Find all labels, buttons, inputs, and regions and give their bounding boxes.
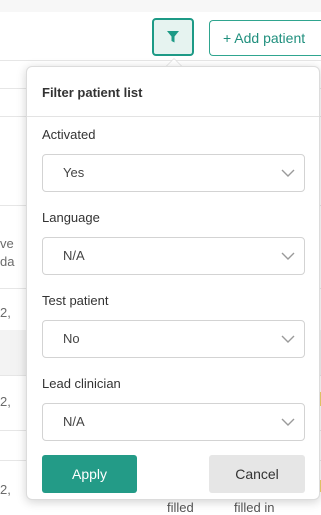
cancel-button[interactable]: Cancel — [209, 455, 305, 493]
test-patient-select[interactable]: No — [42, 320, 305, 358]
chevron-down-icon — [281, 252, 295, 260]
patient-list-page: ve da 2, 2, 2, filled filled in + Add pa… — [0, 0, 321, 515]
table-cell-fragment: 2, — [0, 394, 11, 409]
test-patient-label: Test patient — [42, 293, 109, 308]
row-divider — [0, 60, 321, 61]
table-cell-fragment: da — [0, 254, 15, 269]
top-bar — [0, 0, 321, 12]
filter-popover: Filter patient list Activated Yes Langua… — [26, 66, 320, 500]
popover-divider — [27, 116, 319, 117]
filter-button[interactable] — [152, 18, 194, 56]
activated-label: Activated — [42, 127, 96, 142]
funnel-icon — [167, 31, 179, 43]
activated-select[interactable]: Yes — [42, 154, 305, 192]
popover-title: Filter patient list — [42, 85, 143, 100]
table-cell-fragment: filled — [167, 500, 194, 515]
table-cell-fragment: 2, — [0, 305, 11, 320]
lead-clinician-select[interactable]: N/A — [42, 403, 305, 441]
chevron-down-icon — [281, 418, 295, 426]
chevron-down-icon — [281, 335, 295, 343]
activated-select-value: Yes — [63, 165, 85, 180]
add-patient-button[interactable]: + Add patient — [209, 20, 321, 56]
chevron-down-icon — [281, 169, 295, 177]
language-select-value: N/A — [63, 248, 85, 263]
table-cell-fragment: ve — [0, 236, 14, 251]
lead-clinician-label: Lead clinician — [42, 376, 121, 391]
apply-button[interactable]: Apply — [42, 455, 137, 493]
language-select[interactable]: N/A — [42, 237, 305, 275]
lead-clinician-select-value: N/A — [63, 414, 85, 429]
language-label: Language — [42, 210, 100, 225]
table-cell-fragment: 2, — [0, 482, 11, 497]
popover-arrow-inner — [167, 59, 181, 66]
table-cell-fragment: filled in — [234, 500, 275, 515]
test-patient-select-value: No — [63, 331, 80, 346]
